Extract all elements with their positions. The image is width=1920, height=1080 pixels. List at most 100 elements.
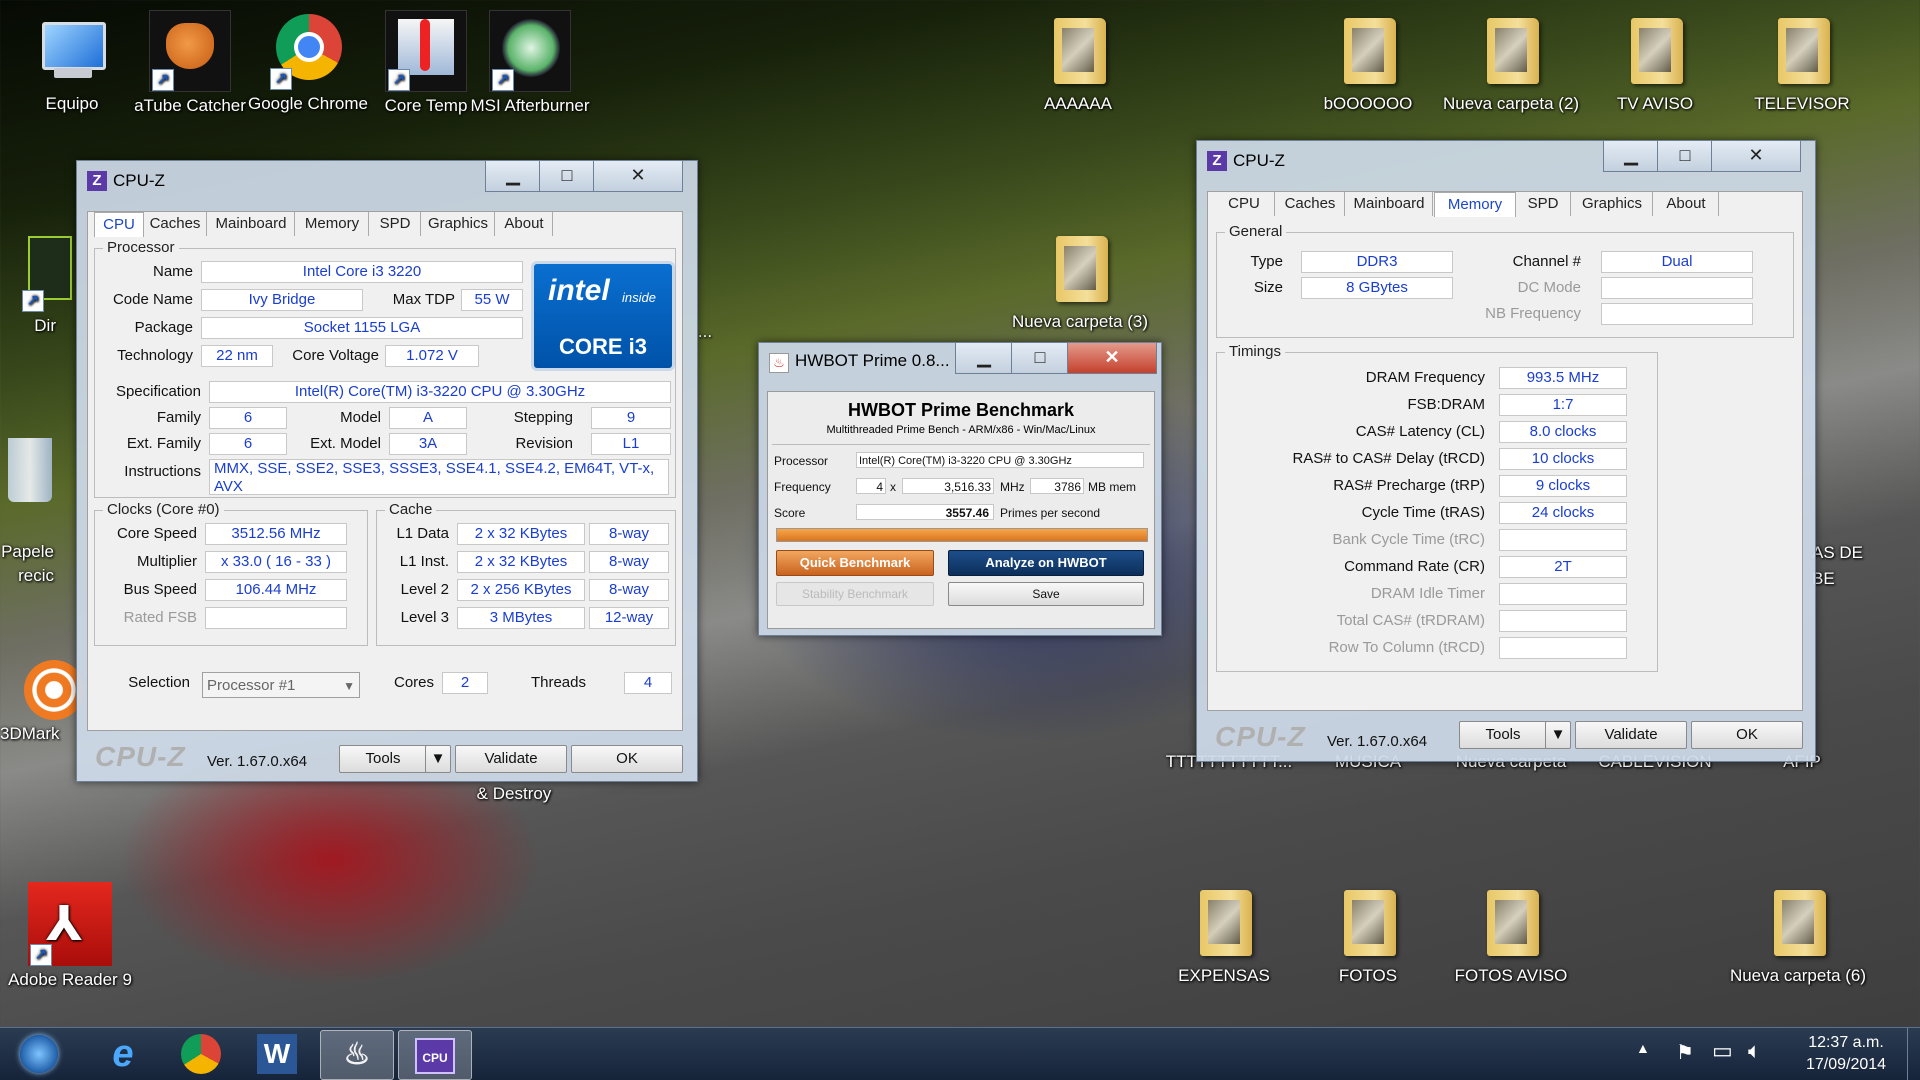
desktop-icon-adobe[interactable]: ⅄ ↗ Adobe Reader 9: [2, 876, 138, 990]
tab-caches[interactable]: Caches: [144, 212, 207, 236]
processor-select[interactable]: Processor #1 ▼: [202, 672, 360, 698]
desktop-icon-asde[interactable]: AS DE BE: [1812, 540, 1872, 592]
cache-size-value: 2 x 256 KBytes: [457, 579, 585, 601]
windows-logo-icon: [20, 1035, 58, 1073]
desktop-icon-expensas[interactable]: EXPENSAS: [1156, 876, 1292, 986]
show-hidden-icons-button[interactable]: ▲: [1636, 1040, 1650, 1056]
tab-memory[interactable]: Memory: [1434, 192, 1516, 217]
tab-graphics[interactable]: Graphics: [1572, 192, 1653, 216]
adobe-reader-icon: ⅄ ↗: [28, 882, 112, 966]
bus-speed-label: Bus Speed: [123, 581, 197, 598]
model-value: A: [389, 407, 467, 429]
ok-button[interactable]: OK: [1691, 721, 1803, 749]
instructions-label: Instructions: [124, 463, 201, 480]
tab-cpu[interactable]: CPU: [94, 212, 144, 237]
processor-group: Processor Name Intel Core i3 3220 Code N…: [94, 239, 676, 498]
memory-unit: MB mem: [1088, 480, 1136, 494]
tab-mainboard[interactable]: Mainboard: [1346, 192, 1433, 216]
processor-select-value: Processor #1: [207, 677, 296, 694]
show-desktop-button[interactable]: [1907, 1028, 1920, 1080]
tab-memory[interactable]: Memory: [296, 212, 369, 236]
family-value: 6: [209, 407, 287, 429]
tab-about[interactable]: About: [496, 212, 553, 236]
desktop-icon-fotosaviso[interactable]: FOTOS AVISO: [1443, 876, 1579, 986]
save-button[interactable]: Save: [948, 582, 1144, 606]
tab-graphics[interactable]: Graphics: [422, 212, 495, 236]
tools-button[interactable]: Tools: [339, 745, 427, 773]
timing-value: 993.5 MHz: [1499, 367, 1627, 389]
ext-family-value: 6: [209, 433, 287, 455]
maximize-button[interactable]: □: [1657, 141, 1713, 172]
folder-icon: [1758, 882, 1838, 962]
action-center-flag-icon[interactable]: ⚑: [1676, 1040, 1694, 1065]
desktop-icon-papelera[interactable]: Papele recic: [0, 438, 78, 588]
cpuz-window-memory[interactable]: Z CPU-Z ▁ □ ✕ CPU Caches Mainboard Memor…: [1196, 140, 1816, 762]
shortcut-arrow-icon: ↗: [492, 69, 514, 91]
title-bar[interactable]: Z CPU-Z ▁ □ ✕: [77, 161, 697, 197]
volume-icon[interactable]: 🔈︎: [1748, 1038, 1761, 1064]
quick-benchmark-button[interactable]: Quick Benchmark: [776, 550, 934, 576]
cpuz-window-cpu[interactable]: Z CPU-Z ▁ □ ✕ CPU Caches Mainboard Memor…: [76, 160, 698, 782]
start-button[interactable]: [4, 1030, 74, 1078]
shortcut-arrow-icon: ↗: [22, 290, 44, 312]
tools-dropdown-button[interactable]: ▼: [1545, 721, 1571, 749]
desktop-icon-3dmark[interactable]: 3DMark: [0, 660, 84, 744]
validate-button[interactable]: Validate: [455, 745, 567, 773]
core-i3-text: CORE i3: [558, 334, 648, 359]
shortcut-arrow-icon: ↗: [388, 69, 410, 91]
desktop-icon-nueva6[interactable]: Nueva carpeta (6): [1716, 876, 1880, 986]
minimize-button[interactable]: ▁: [485, 161, 541, 192]
ok-button[interactable]: OK: [571, 745, 683, 773]
progress-fill: [777, 529, 1147, 541]
desktop-icon-atube[interactable]: ↗ aTube Catcher: [122, 4, 258, 116]
cache-size-value: 2 x 32 KBytes: [457, 551, 585, 573]
close-button[interactable]: ✕: [1067, 343, 1157, 374]
desktop-icon-aaaaaa[interactable]: AAAAAA: [1010, 4, 1146, 114]
validate-button[interactable]: Validate: [1575, 721, 1687, 749]
desktop-icon-fotos[interactable]: FOTOS: [1300, 876, 1436, 986]
tab-cpu[interactable]: CPU: [1214, 192, 1275, 216]
3dmark-icon: [24, 660, 84, 720]
channel-label: Channel #: [1512, 253, 1581, 270]
tab-mainboard[interactable]: Mainboard: [208, 212, 295, 236]
desktop-icon-tvaviso[interactable]: TV AVISO: [1587, 4, 1723, 114]
taskbar-word[interactable]: W: [244, 1030, 310, 1078]
desktop-icon-label: Nueva carpeta (3): [1011, 312, 1149, 331]
taskbar-hwbot-java[interactable]: ♨: [320, 1030, 394, 1080]
taskbar-chrome[interactable]: [168, 1030, 234, 1078]
tab-caches[interactable]: Caches: [1276, 192, 1345, 216]
network-icon[interactable]: ▭: [1712, 1038, 1733, 1064]
desktop-icon-nueva2[interactable]: Nueva carpeta (2): [1443, 4, 1579, 114]
desktop-icon-nueva3[interactable]: Nueva carpeta (3): [1004, 222, 1156, 332]
tab-about[interactable]: About: [1654, 192, 1719, 216]
close-button[interactable]: ✕: [1711, 141, 1801, 172]
taskbar-cpuz[interactable]: CPU: [398, 1030, 472, 1080]
desktop-icon-televisor[interactable]: TELEVISOR: [1734, 4, 1870, 114]
maximize-button[interactable]: □: [539, 161, 595, 192]
tools-dropdown-button[interactable]: ▼: [425, 745, 451, 773]
tab-spd[interactable]: SPD: [1516, 192, 1571, 216]
minimize-button[interactable]: ▁: [1603, 141, 1659, 172]
desktop-icon-boooooo[interactable]: bOOOOOO: [1300, 4, 1436, 114]
close-button[interactable]: ✕: [593, 161, 683, 192]
tab-spd[interactable]: SPD: [370, 212, 421, 236]
rated-fsb-value: [205, 607, 347, 629]
timing-label: Row To Column (tRCD): [1328, 639, 1485, 656]
stability-benchmark-button[interactable]: Stability Benchmark: [776, 582, 934, 606]
clock[interactable]: 12:37 a.m. 17/09/2014: [1786, 1032, 1906, 1076]
tools-button[interactable]: Tools: [1459, 721, 1547, 749]
size-value: 8 GBytes: [1301, 277, 1453, 299]
hwbot-window[interactable]: ♨ HWBOT Prime 0.8... ▁ □ ✕ HWBOT Prime B…: [758, 342, 1162, 636]
desktop-icon-msi[interactable]: ↗ MSI Afterburner: [462, 4, 598, 116]
maximize-button[interactable]: □: [1011, 343, 1069, 374]
taskbar-internet-explorer[interactable]: e: [90, 1030, 156, 1078]
technology-label: Technology: [117, 347, 193, 364]
title-bar[interactable]: Z CPU-Z ▁ □ ✕: [1197, 141, 1815, 177]
analyze-on-hwbot-button[interactable]: Analyze on HWBOT: [948, 550, 1144, 576]
desktop-icon-chrome[interactable]: ↗ Google Chrome: [240, 4, 376, 114]
folder-icon: [1040, 228, 1120, 308]
title-bar[interactable]: ♨ HWBOT Prime 0.8... ▁ □ ✕: [759, 343, 1161, 377]
desktop-icon-equipo[interactable]: Equipo: [4, 4, 140, 114]
minimize-button[interactable]: ▁: [955, 343, 1013, 374]
cpuz-app-icon: Z: [87, 171, 107, 191]
